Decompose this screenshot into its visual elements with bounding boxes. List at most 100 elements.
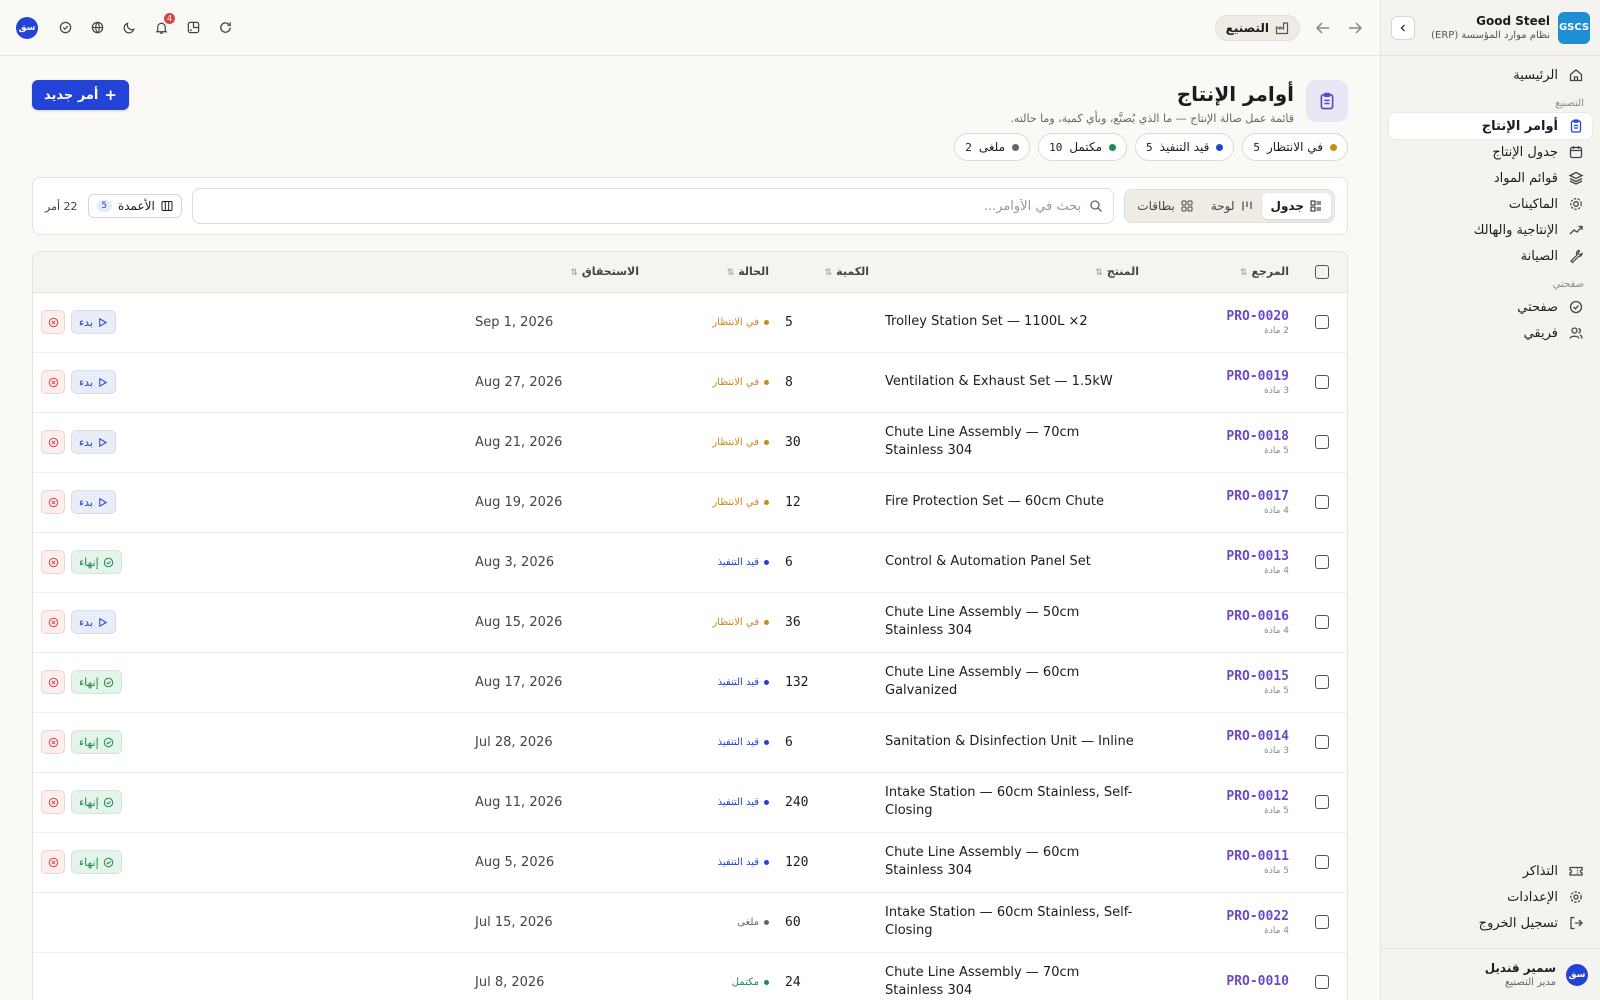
view-board-tab[interactable]: لوحة <box>1202 193 1262 219</box>
cancel-order-button[interactable] <box>41 310 65 334</box>
theme-toggle-button[interactable] <box>118 17 140 39</box>
order-ref-link[interactable]: PRO-0020 <box>1155 309 1289 324</box>
order-ref-link[interactable]: PRO-0019 <box>1155 369 1289 384</box>
row-checkbox[interactable] <box>1315 375 1329 389</box>
start-order-button[interactable]: بدء <box>71 430 117 454</box>
table-row[interactable]: PRO-0010 Chute Line Assembly — 70cm Stai… <box>33 952 1347 1000</box>
sidebar-item-bom[interactable]: قوائم المواد <box>1389 165 1592 191</box>
table-row[interactable]: PRO-0011 5 مادة Chute Line Assembly — 60… <box>33 832 1347 893</box>
column-header-status[interactable]: الحالة⇅ <box>647 252 777 293</box>
sidebar-item-tickets[interactable]: التذاكر <box>1389 858 1592 884</box>
brand-subtitle: نظام موارد المؤسسة (ERP) <box>1431 30 1550 41</box>
user-avatar-button[interactable]: سق <box>16 16 38 39</box>
order-ref-link[interactable]: PRO-0017 <box>1155 489 1289 504</box>
sidebar-item-productivity[interactable]: الإنتاجية والهالك <box>1389 217 1592 243</box>
cancel-order-button[interactable] <box>41 670 65 694</box>
order-ref-link[interactable]: PRO-0014 <box>1155 729 1289 744</box>
column-header-ref[interactable]: المرجع⇅ <box>1147 252 1297 293</box>
sidebar-item-maintenance[interactable]: الصيانة <box>1389 243 1592 269</box>
columns-button[interactable]: الأعمدة 5 <box>87 194 182 218</box>
order-ref-link[interactable]: PRO-0013 <box>1155 549 1289 564</box>
row-checkbox[interactable] <box>1315 855 1329 869</box>
chevron-left-icon <box>1400 24 1405 31</box>
status-pill-pending[interactable]: في الانتظار 5 <box>1242 133 1348 161</box>
cancel-order-button[interactable] <box>41 490 65 514</box>
finish-order-button[interactable]: إنهاء <box>71 790 122 814</box>
cancel-order-button[interactable] <box>41 370 65 394</box>
start-order-button[interactable]: بدء <box>71 370 117 394</box>
sidebar-item-logout[interactable]: تسجيل الخروج <box>1389 910 1592 936</box>
table-row[interactable]: PRO-0020 2 مادة Trolley Station Set — 11… <box>33 292 1347 353</box>
start-order-button[interactable]: بدء <box>71 610 117 634</box>
finish-order-button[interactable]: إنهاء <box>71 550 122 574</box>
forward-arrow-icon[interactable] <box>1346 19 1364 37</box>
start-order-button[interactable]: بدء <box>71 310 117 334</box>
collapse-sidebar-button[interactable] <box>1391 15 1415 40</box>
table-row[interactable]: PRO-0017 4 مادة Fire Protection Set — 60… <box>33 472 1347 533</box>
sidebar-item-production-schedule[interactable]: جدول الإنتاج <box>1389 139 1592 165</box>
new-order-button[interactable]: + أمر جديد <box>32 80 129 110</box>
sidebar-item-home[interactable]: الرئيسية <box>1389 62 1592 88</box>
column-header-product[interactable]: المنتج⇅ <box>877 252 1147 293</box>
sidebar-item-my-page[interactable]: صفحتي <box>1389 294 1592 320</box>
table-row[interactable]: PRO-0022 4 مادة Intake Station — 60cm St… <box>33 892 1347 953</box>
start-order-button[interactable]: بدء <box>71 490 117 514</box>
order-ref-link[interactable]: PRO-0018 <box>1155 429 1289 444</box>
table-row[interactable]: PRO-0013 4 مادة Control & Automation Pan… <box>33 532 1347 593</box>
row-checkbox[interactable] <box>1315 495 1329 509</box>
status-pill-cancelled[interactable]: ملغى 2 <box>954 133 1031 161</box>
module-breadcrumb[interactable]: التصنيع <box>1214 14 1300 41</box>
search-input[interactable] <box>202 198 1082 214</box>
sidebar-item-production-orders[interactable]: أوامر الإنتاج <box>1389 113 1592 139</box>
column-header-qty[interactable]: الكمية⇅ <box>777 252 877 293</box>
refresh-button[interactable] <box>214 17 236 39</box>
grid-icon <box>1181 200 1193 212</box>
notifications-button[interactable]: 4 <box>150 12 175 39</box>
table-row[interactable]: PRO-0015 5 مادة Chute Line Assembly — 60… <box>33 652 1347 713</box>
order-ref-link[interactable]: PRO-0010 <box>1155 974 1289 989</box>
view-table-tab[interactable]: جدول <box>1261 193 1331 219</box>
cancel-order-button[interactable] <box>41 550 65 574</box>
tasks-button[interactable] <box>54 17 76 39</box>
row-checkbox[interactable] <box>1315 615 1329 629</box>
status-pill-completed[interactable]: مكتمل 10 <box>1038 133 1128 161</box>
cancel-order-button[interactable] <box>41 610 65 634</box>
back-arrow-icon[interactable] <box>1314 19 1332 37</box>
table-row[interactable]: PRO-0016 4 مادة Chute Line Assembly — 50… <box>33 592 1347 653</box>
view-cards-tab[interactable]: بطاقات <box>1128 193 1202 219</box>
order-ref-link[interactable]: PRO-0022 <box>1155 909 1289 924</box>
table-row[interactable]: PRO-0019 3 مادة Ventilation & Exhaust Se… <box>33 352 1347 413</box>
status-pill-in-progress[interactable]: قيد التنفيذ 5 <box>1135 133 1235 161</box>
order-ref-link[interactable]: PRO-0012 <box>1155 789 1289 804</box>
column-header-due[interactable]: الاستحقاق⇅ <box>467 252 647 293</box>
finish-order-button[interactable]: إنهاء <box>71 670 122 694</box>
row-checkbox[interactable] <box>1315 795 1329 809</box>
sidebar-item-settings[interactable]: الإعدادات <box>1389 884 1592 910</box>
table-row[interactable]: PRO-0014 3 مادة Sanitation & Disinfectio… <box>33 712 1347 773</box>
apps-button[interactable] <box>182 17 204 39</box>
row-checkbox[interactable] <box>1315 435 1329 449</box>
table-row[interactable]: PRO-0012 5 مادة Intake Station — 60cm St… <box>33 772 1347 833</box>
cancel-order-button[interactable] <box>41 430 65 454</box>
notifications-badge: 4 <box>164 12 175 24</box>
row-checkbox[interactable] <box>1315 555 1329 569</box>
sidebar-item-machines[interactable]: الماكينات <box>1389 191 1592 217</box>
order-ref-link[interactable]: PRO-0011 <box>1155 849 1289 864</box>
user-profile[interactable]: سق سمير قنديل مدير التصنيع <box>1381 948 1600 1000</box>
row-checkbox[interactable] <box>1315 315 1329 329</box>
language-button[interactable] <box>86 17 108 39</box>
finish-order-button[interactable]: إنهاء <box>71 730 122 754</box>
order-ref-link[interactable]: PRO-0016 <box>1155 609 1289 624</box>
order-ref-link[interactable]: PRO-0015 <box>1155 669 1289 684</box>
row-checkbox[interactable] <box>1315 915 1329 929</box>
cancel-order-button[interactable] <box>41 850 65 874</box>
finish-order-button[interactable]: إنهاء <box>71 850 122 874</box>
row-checkbox[interactable] <box>1315 735 1329 749</box>
sidebar-item-my-team[interactable]: فريقي <box>1389 320 1592 346</box>
select-all-checkbox[interactable] <box>1315 264 1329 279</box>
cancel-order-button[interactable] <box>41 790 65 814</box>
table-row[interactable]: PRO-0018 5 مادة Chute Line Assembly — 70… <box>33 412 1347 473</box>
row-checkbox[interactable] <box>1315 675 1329 689</box>
row-checkbox[interactable] <box>1315 975 1329 989</box>
cancel-order-button[interactable] <box>41 730 65 754</box>
